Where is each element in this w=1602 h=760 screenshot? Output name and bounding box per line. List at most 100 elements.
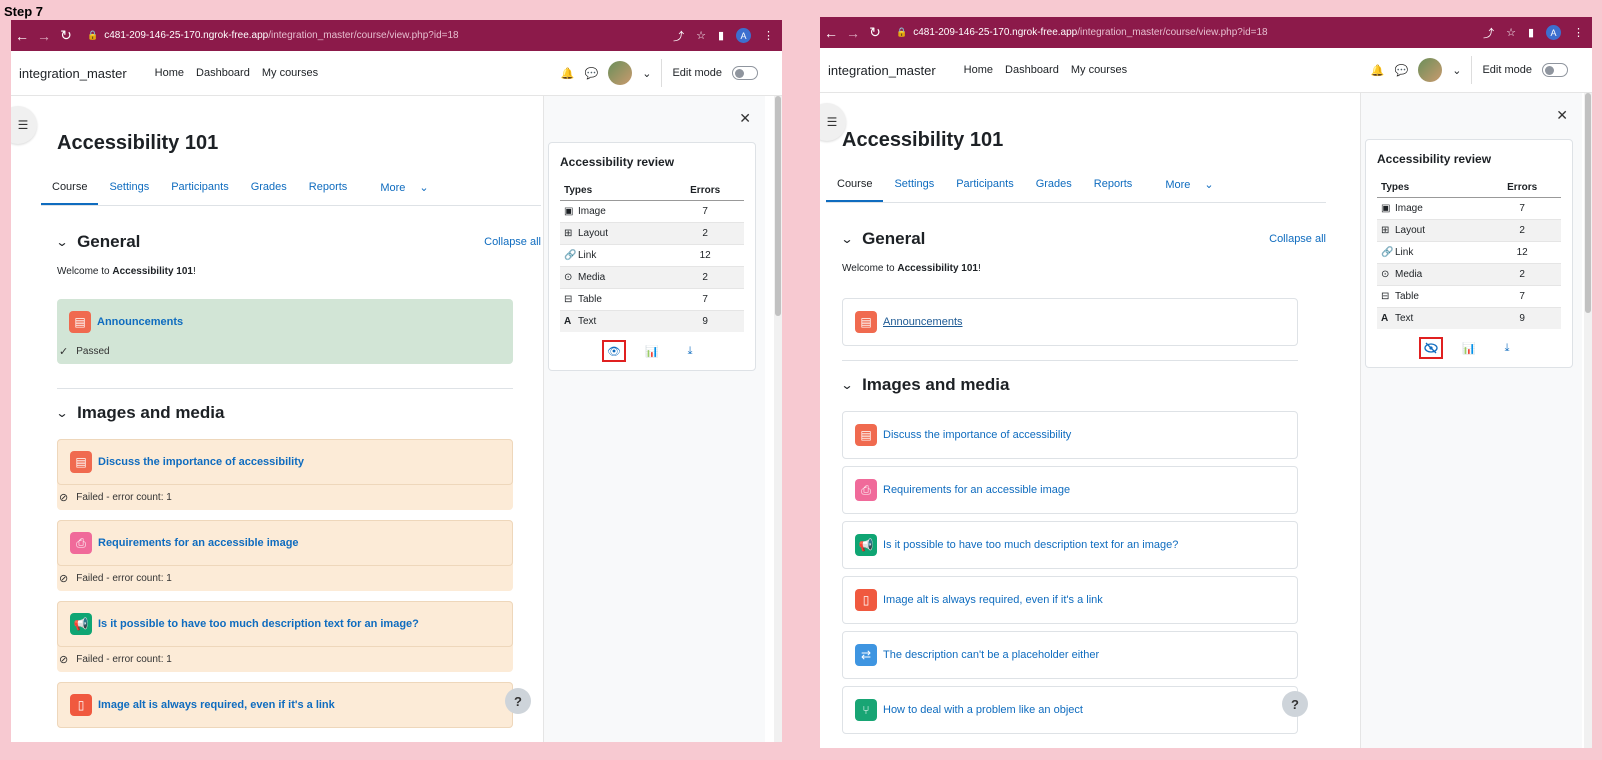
status-badge: ✓ Passed	[57, 345, 513, 364]
activity-link[interactable]: Is it possible to have too much descript…	[98, 618, 419, 630]
book-icon: ▯	[855, 589, 877, 611]
table-row: ⊙ Media 2	[560, 266, 744, 289]
nav-dashboard[interactable]: Dashboard	[1005, 64, 1059, 76]
bell-icon[interactable]: 🔔	[561, 67, 575, 80]
menu-icon[interactable]: ⋮	[763, 29, 774, 42]
menu-icon[interactable]: ⋮	[1573, 26, 1584, 39]
site-name[interactable]: integration_master	[19, 66, 127, 81]
chevron-down-icon[interactable]: ⌄	[642, 67, 651, 80]
workshop-icon: ⇄	[855, 644, 877, 666]
back-icon[interactable]: ←	[11, 28, 33, 44]
chevron-down-icon[interactable]: ⌄	[1452, 64, 1461, 77]
eye-icon[interactable]: 👁	[602, 340, 626, 362]
reload-icon[interactable]: ↻	[55, 27, 77, 44]
tab-more[interactable]: More ⌄	[358, 171, 439, 205]
activity-link[interactable]: Image alt is always required, even if it…	[883, 594, 1103, 606]
tab-reports[interactable]: Reports	[1083, 168, 1144, 202]
activity-link[interactable]: Image alt is always required, even if it…	[98, 699, 335, 711]
address-bar[interactable]: 🔒 c481-209-146-25-170.ngrok-free.app/int…	[896, 27, 1483, 38]
activity-link[interactable]: Announcements	[883, 316, 963, 328]
activity-link[interactable]: Is it possible to have too much descript…	[883, 539, 1178, 551]
share-icon[interactable]: ⤴	[673, 28, 684, 44]
chart-icon[interactable]: 📊	[1457, 337, 1481, 359]
address-bar[interactable]: 🔒 c481-209-146-25-170.ngrok-free.app/int…	[87, 30, 673, 41]
tab-settings[interactable]: Settings	[883, 168, 945, 202]
scrollbar[interactable]	[1584, 93, 1592, 748]
activity-link[interactable]: Requirements for an accessible image	[98, 537, 299, 549]
chevron-down-icon[interactable]: ⌄	[55, 406, 68, 420]
tab-participants[interactable]: Participants	[160, 171, 239, 205]
help-button[interactable]: ?	[1282, 691, 1308, 717]
megaphone-icon: 📢	[855, 534, 877, 556]
download-icon[interactable]: ⤓	[678, 340, 702, 362]
nav-home[interactable]: Home	[155, 67, 184, 79]
type-name: Media	[578, 272, 606, 283]
error-count: 2	[1483, 263, 1561, 286]
course-index-button[interactable]: ☰	[11, 106, 37, 144]
text-icon: A	[564, 316, 572, 327]
download-icon[interactable]: ⤓	[1495, 337, 1519, 359]
activity-link[interactable]: Requirements for an accessible image	[883, 484, 1070, 496]
collapse-all-link[interactable]: Collapse all	[1269, 233, 1326, 245]
activity-link[interactable]: The description can't be a placeholder e…	[883, 649, 1099, 661]
sidepanel-icon[interactable]: ▮	[718, 29, 724, 42]
nav-my-courses[interactable]: My courses	[262, 67, 318, 79]
star-icon[interactable]: ☆	[696, 29, 706, 42]
forward-icon[interactable]: →	[842, 25, 864, 41]
collapse-all-link[interactable]: Collapse all	[484, 236, 541, 248]
tab-reports[interactable]: Reports	[298, 171, 359, 205]
help-button[interactable]: ?	[505, 688, 531, 714]
star-icon[interactable]: ☆	[1506, 26, 1516, 39]
page-title: Accessibility 101	[842, 129, 1004, 151]
bell-icon[interactable]: 🔔	[1371, 64, 1385, 77]
chart-icon[interactable]: 📊	[640, 340, 664, 362]
activity-link[interactable]: Discuss the importance of accessibility	[98, 456, 304, 468]
edit-mode-toggle[interactable]	[732, 66, 758, 80]
chat-icon[interactable]: 💬	[585, 67, 599, 80]
scrollbar[interactable]	[774, 96, 782, 742]
back-icon[interactable]: ←	[820, 25, 842, 41]
col-errors: Errors	[666, 181, 744, 201]
close-icon[interactable]: ✕	[739, 110, 751, 127]
profile-avatar[interactable]: A	[736, 28, 751, 43]
welcome-text: Welcome to Accessibility 101!	[57, 266, 541, 277]
chat-icon[interactable]: 💬	[1395, 64, 1409, 77]
tab-more[interactable]: More ⌄	[1143, 168, 1224, 202]
tab-course[interactable]: Course	[826, 168, 884, 202]
page-icon: ⎙	[855, 479, 877, 501]
reload-icon[interactable]: ↻	[864, 24, 886, 41]
nav-my-courses[interactable]: My courses	[1071, 64, 1127, 76]
user-avatar[interactable]	[1418, 58, 1443, 82]
activity-link[interactable]: How to deal with a problem like an objec…	[883, 704, 1083, 716]
sidepanel-icon[interactable]: ▮	[1528, 26, 1534, 39]
site-name[interactable]: integration_master	[828, 63, 936, 78]
tab-grades[interactable]: Grades	[1025, 168, 1083, 202]
accessibility-review-block: Accessibility review Types Errors ▣ Image…	[548, 142, 756, 371]
nav-home[interactable]: Home	[964, 64, 993, 76]
tab-course[interactable]: Course	[41, 171, 99, 205]
chevron-down-icon[interactable]: ⌄	[840, 378, 853, 392]
table-row: ⊟ Table 7	[560, 288, 744, 311]
chevron-down-icon[interactable]: ⌄	[55, 235, 68, 249]
user-avatar[interactable]	[608, 61, 633, 85]
chevron-down-icon[interactable]: ⌄	[840, 232, 853, 246]
tab-grades[interactable]: Grades	[240, 171, 298, 205]
edit-mode-label: Edit mode	[1482, 64, 1532, 76]
tab-participants[interactable]: Participants	[945, 168, 1024, 202]
activity-link[interactable]: Announcements	[97, 316, 183, 328]
forward-icon[interactable]: →	[33, 28, 55, 44]
profile-avatar[interactable]: A	[1546, 25, 1561, 40]
error-count: 9	[1483, 307, 1561, 329]
tab-more-label: More	[380, 182, 406, 194]
close-icon[interactable]: ✕	[1556, 107, 1568, 124]
activity-link[interactable]: Discuss the importance of accessibility	[883, 429, 1071, 441]
share-icon[interactable]: ⤴	[1483, 25, 1494, 41]
activity-announcements: ▤ Announcements	[842, 298, 1298, 346]
edit-mode-toggle[interactable]	[1542, 63, 1568, 77]
activity-announcements: ▤ Announcements ✓ Passed	[57, 299, 513, 364]
eye-slash-icon[interactable]	[1419, 337, 1443, 359]
screenshot-after: ← → ↻ 🔒 c481-209-146-25-170.ngrok-free.a…	[820, 17, 1592, 748]
tab-settings[interactable]: Settings	[98, 171, 160, 205]
page-title: Accessibility 101	[57, 132, 219, 154]
nav-dashboard[interactable]: Dashboard	[196, 67, 250, 79]
